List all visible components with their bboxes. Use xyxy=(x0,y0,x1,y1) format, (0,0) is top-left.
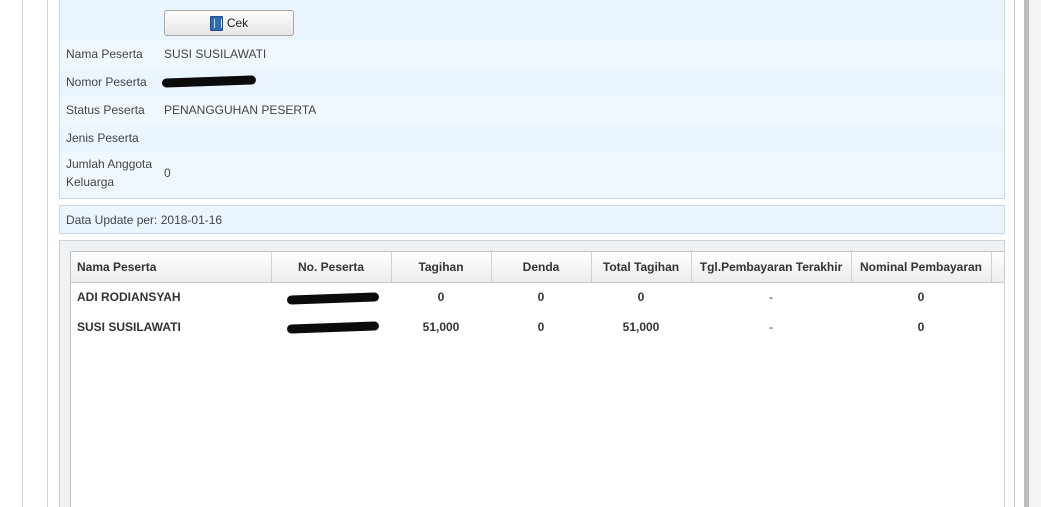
redaction-mark xyxy=(286,321,380,334)
cek-button-label: Cek xyxy=(226,16,249,30)
billing-grid: Nama Peserta No. Peserta Tagihan Denda T… xyxy=(70,251,1004,507)
book-icon xyxy=(209,15,223,31)
right-border-line xyxy=(1014,0,1015,507)
page: Cek Nama Peserta SUSI SUSILAWATI Nomor P… xyxy=(0,0,1041,507)
data-update-bar: Data Update per: 2018-01-16 xyxy=(59,205,1005,234)
field-row-jenis-peserta: Jenis Peserta xyxy=(60,124,1004,152)
cell-total-tagihan: 0 xyxy=(637,290,645,305)
billing-table: Nama Peserta No. Peserta Tagihan Denda T… xyxy=(71,252,1004,342)
cell-no-peserta xyxy=(271,312,391,342)
cell-denda: 0 xyxy=(537,290,545,305)
participant-info-panel: Cek Nama Peserta SUSI SUSILAWATI Nomor P… xyxy=(59,0,1005,199)
cell-tagihan: 51,000 xyxy=(422,320,460,334)
column-header-denda[interactable]: Denda xyxy=(491,252,592,283)
column-header-total-tagihan[interactable]: Total Tagihan xyxy=(591,252,692,283)
check-button-row: Cek xyxy=(60,0,1004,40)
field-label: Jumlah Anggota Keluarga xyxy=(60,155,164,191)
billing-grid-container: Nama Peserta No. Peserta Tagihan Denda T… xyxy=(59,240,1005,507)
cell-nominal-pembayaran: 0 xyxy=(917,320,925,334)
left-border-line xyxy=(22,0,23,507)
cell-filler xyxy=(991,312,1004,342)
field-label-line1: Jumlah Anggota xyxy=(66,157,153,171)
field-value: SUSI SUSILAWATI xyxy=(164,47,267,61)
field-value: 0 xyxy=(164,166,171,180)
table-header-row: Nama Peserta No. Peserta Tagihan Denda T… xyxy=(71,252,1004,283)
field-row-nomor-peserta: Nomor Peserta xyxy=(60,68,1004,96)
cell-nama: ADI RODIANSYAH xyxy=(77,290,181,305)
column-header-no-peserta[interactable]: No. Peserta xyxy=(271,252,392,283)
cell-nominal-pembayaran: 0 xyxy=(917,290,925,305)
cell-nama: SUSI SUSILAWATI xyxy=(77,320,181,334)
field-row-status-peserta: Status Peserta PENANGGUHAN PESERTA xyxy=(60,96,1004,124)
column-header-nominal-pembayaran[interactable]: Nominal Pembayaran xyxy=(851,252,992,283)
cell-denda: 0 xyxy=(537,320,545,334)
column-header-filler xyxy=(991,252,1004,283)
table-row[interactable]: SUSI SUSILAWATI 51,000 0 51,000 - 0 xyxy=(71,312,1004,342)
column-header-tagihan[interactable]: Tagihan xyxy=(391,252,492,283)
field-label: Nama Peserta xyxy=(66,47,143,61)
cell-tgl-pembayaran: - xyxy=(769,290,773,305)
vertical-scrollbar[interactable] xyxy=(1024,0,1041,507)
redaction-mark xyxy=(161,75,257,88)
field-label: Jenis Peserta xyxy=(66,131,139,145)
table-row[interactable]: ADI RODIANSYAH 0 0 0 - 0 xyxy=(71,282,1004,312)
field-label: Status Peserta xyxy=(66,103,145,117)
cell-tgl-pembayaran: - xyxy=(769,320,773,334)
data-update-text: Data Update per: 2018-01-16 xyxy=(66,212,223,227)
column-header-tgl-pembayaran[interactable]: Tgl.Pembayaran Terakhir xyxy=(691,252,852,283)
field-value: PENANGGUHAN PESERTA xyxy=(164,103,317,117)
field-row-jumlah-anggota: Jumlah Anggota Keluarga 0 xyxy=(60,152,1004,194)
field-row-nama-peserta: Nama Peserta SUSI SUSILAWATI xyxy=(60,40,1004,68)
cell-total-tagihan: 51,000 xyxy=(622,320,660,334)
left-border-line-inner xyxy=(47,0,48,507)
field-label-line2: Keluarga xyxy=(66,175,115,189)
redaction-mark xyxy=(286,291,380,305)
column-header-nama-peserta[interactable]: Nama Peserta xyxy=(71,252,272,283)
cek-button[interactable]: Cek xyxy=(164,10,294,36)
cell-filler xyxy=(991,282,1004,312)
cell-tagihan: 0 xyxy=(437,290,445,305)
cell-no-peserta xyxy=(271,282,391,312)
field-label: Nomor Peserta xyxy=(66,75,147,89)
